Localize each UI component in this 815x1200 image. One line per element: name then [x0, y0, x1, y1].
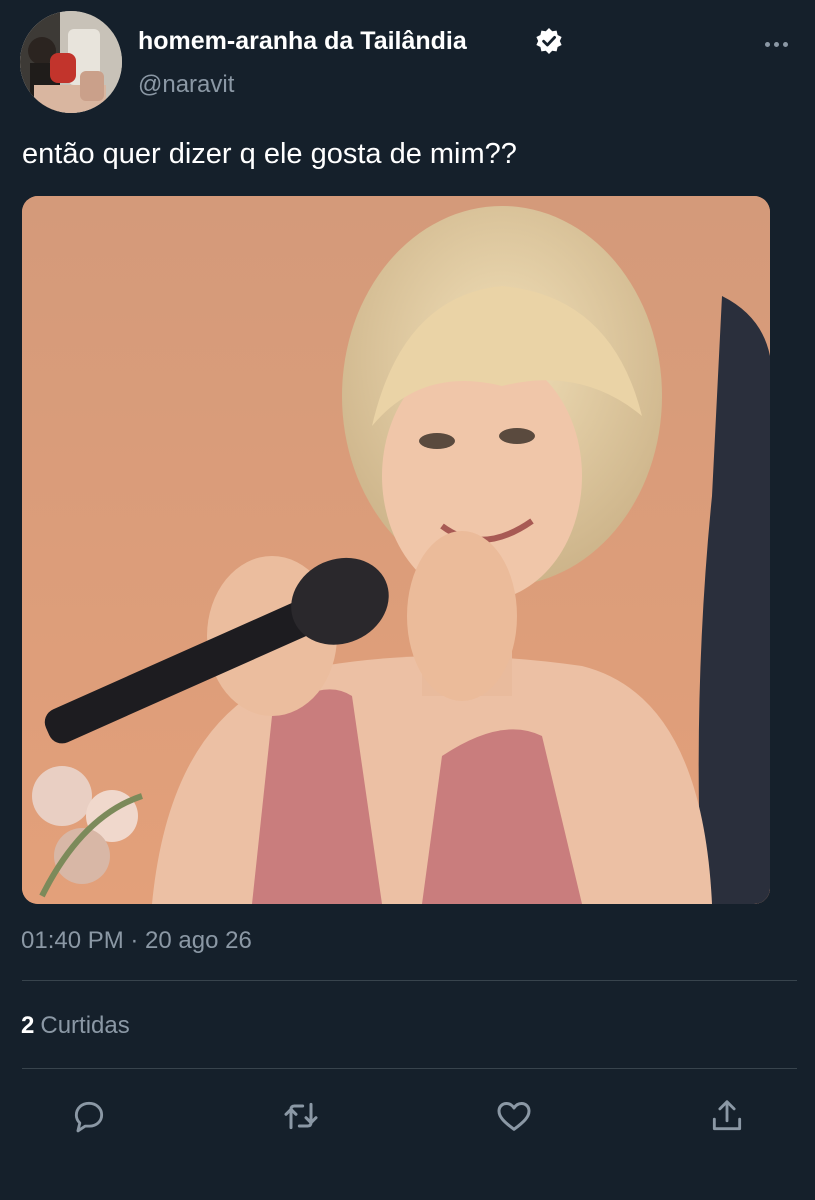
likes-label: Curtidas	[40, 1012, 130, 1039]
display-name[interactable]: homem-aranha da Tailândia	[138, 26, 467, 56]
more-options-icon[interactable]	[758, 30, 794, 58]
tweet-text: então quer dizer q ele gosta de mim??	[22, 138, 517, 170]
reply-icon[interactable]	[67, 1094, 111, 1138]
retweet-icon[interactable]	[279, 1094, 323, 1138]
likes-stat[interactable]: 2 Curtidas	[21, 1010, 130, 1042]
tweet-timestamp[interactable]: 01:40 PM · 20 ago 26	[21, 925, 252, 957]
share-icon[interactable]	[705, 1094, 749, 1138]
like-icon[interactable]	[492, 1094, 536, 1138]
divider	[22, 1068, 797, 1069]
likes-count: 2	[21, 1012, 35, 1039]
avatar[interactable]	[20, 11, 122, 113]
user-handle[interactable]: @naravit	[138, 70, 234, 100]
tweet-media-image[interactable]	[22, 196, 770, 904]
divider	[22, 980, 797, 981]
verified-badge-icon	[535, 27, 563, 55]
